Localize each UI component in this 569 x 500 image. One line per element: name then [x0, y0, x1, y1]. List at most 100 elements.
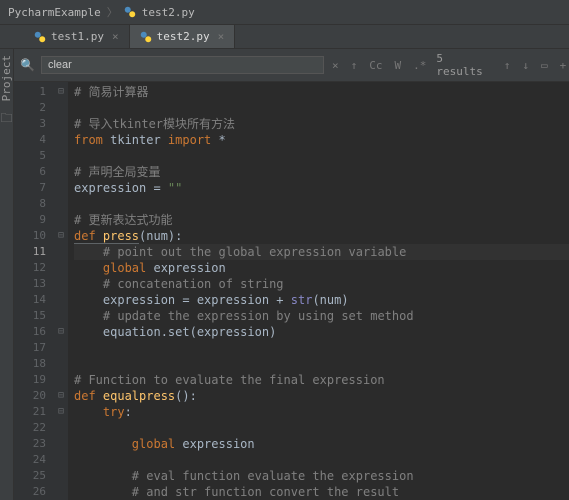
fold-spacer — [54, 468, 68, 484]
fold-toggle-icon[interactable]: ⊟ — [54, 84, 68, 100]
fold-toggle-icon[interactable]: ⊟ — [54, 228, 68, 244]
search-icon: 🔍 — [20, 58, 35, 72]
code-line[interactable]: # 简易计算器 — [74, 84, 569, 100]
select-all-icon[interactable]: ▭ — [539, 59, 550, 72]
tab-test2[interactable]: test2.py × — [130, 25, 236, 48]
line-number: 17 — [18, 340, 46, 356]
fold-spacer — [54, 436, 68, 452]
code-token: expression = expression + — [74, 293, 291, 307]
code-line[interactable]: expression = "" — [74, 180, 569, 196]
code-line[interactable]: def press(num): — [74, 228, 569, 244]
folder-icon[interactable]: 🗀 — [0, 109, 12, 130]
code-line[interactable] — [74, 356, 569, 372]
tab-test1[interactable]: test1.py × — [24, 25, 130, 48]
code-token: # 简易计算器 — [74, 85, 148, 99]
find-up-icon[interactable]: ↑ — [502, 59, 513, 72]
line-number: 1 — [18, 84, 46, 100]
code-token: # 声明全局变量 — [74, 165, 160, 179]
code-token: * — [219, 133, 226, 147]
prev-occurrence-icon[interactable]: ↑ — [349, 59, 360, 72]
line-number: 11 — [18, 244, 46, 260]
editor-area[interactable]: 1234567891011121314151617181920212223242… — [14, 82, 569, 500]
fold-spacer — [54, 212, 68, 228]
breadcrumb-file[interactable]: test2.py — [142, 6, 195, 19]
code-token: (): — [175, 389, 197, 403]
fold-spacer — [54, 292, 68, 308]
fold-spacer — [54, 260, 68, 276]
tab-label: test1.py — [51, 30, 104, 43]
code-line[interactable]: global expression — [74, 436, 569, 452]
close-icon[interactable]: × — [112, 30, 119, 43]
code-line[interactable] — [74, 420, 569, 436]
code-token — [74, 309, 103, 323]
regex-toggle[interactable]: .* — [411, 59, 428, 72]
code-token: # 导入tkinter模块所有方法 — [74, 117, 235, 131]
find-bar: 🔍 × ↑ Cc W .* 5 results ↑ ↓ ▭ +| — [14, 49, 569, 82]
code-line[interactable] — [74, 452, 569, 468]
line-number: 16 — [18, 324, 46, 340]
editor-tab-bar: test1.py × test2.py × — [0, 25, 569, 49]
code-token: # concatenation of string — [103, 277, 284, 291]
line-number: 4 — [18, 132, 46, 148]
find-down-icon[interactable]: ↓ — [520, 59, 531, 72]
code-token: press — [103, 229, 139, 244]
code-token: def — [74, 229, 103, 244]
fold-spacer — [54, 372, 68, 388]
line-number: 24 — [18, 452, 46, 468]
breadcrumb-project[interactable]: PycharmExample — [8, 6, 101, 19]
code-token — [74, 261, 103, 275]
breadcrumb-separator: 〉 — [107, 4, 118, 20]
fold-toggle-icon[interactable]: ⊟ — [54, 324, 68, 340]
fold-toggle-icon[interactable]: ⊟ — [54, 388, 68, 404]
code-line[interactable]: # point out the global expression variab… — [74, 244, 569, 260]
code-token: expression — [182, 437, 254, 451]
code-line[interactable]: def equalpress(): — [74, 388, 569, 404]
fold-spacer — [54, 196, 68, 212]
match-case-toggle[interactable]: Cc — [367, 59, 384, 72]
fold-spacer — [54, 452, 68, 468]
fold-spacer — [54, 276, 68, 292]
line-number: 22 — [18, 420, 46, 436]
code-line[interactable]: # 声明全局变量 — [74, 164, 569, 180]
code-line[interactable]: # 更新表达式功能 — [74, 212, 569, 228]
code-line[interactable]: # concatenation of string — [74, 276, 569, 292]
line-number: 7 — [18, 180, 46, 196]
code-line[interactable] — [74, 148, 569, 164]
fold-toggle-icon[interactable]: ⊟ — [54, 404, 68, 420]
find-input[interactable] — [41, 56, 324, 74]
code-token — [74, 485, 132, 499]
python-file-icon — [34, 31, 46, 43]
code-line[interactable]: # and str function convert the result — [74, 484, 569, 500]
fold-spacer — [54, 420, 68, 436]
code-line[interactable] — [74, 340, 569, 356]
code-line[interactable] — [74, 100, 569, 116]
code-line[interactable]: try: — [74, 404, 569, 420]
fold-spacer — [54, 308, 68, 324]
add-selection-icon[interactable]: +| — [558, 59, 569, 72]
project-tool-button[interactable]: Project — [0, 55, 13, 101]
close-icon[interactable]: × — [218, 30, 225, 43]
code-line[interactable]: # 导入tkinter模块所有方法 — [74, 116, 569, 132]
fold-spacer — [54, 180, 68, 196]
code-line[interactable]: # eval function evaluate the expression — [74, 468, 569, 484]
line-number: 12 — [18, 260, 46, 276]
code-line[interactable]: global expression — [74, 260, 569, 276]
fold-spacer — [54, 132, 68, 148]
code-line[interactable]: from tkinter import * — [74, 132, 569, 148]
code-line[interactable]: # update the expression by using set met… — [74, 308, 569, 324]
code-token — [74, 437, 132, 451]
code-token: # 更新表达式功能 — [74, 213, 172, 227]
code-line[interactable]: equation.set(expression) — [74, 324, 569, 340]
clear-search-icon[interactable]: × — [330, 59, 341, 72]
code-content[interactable]: # 简易计算器 # 导入tkinter模块所有方法from tkinter im… — [68, 82, 569, 500]
code-line[interactable]: expression = expression + str(num) — [74, 292, 569, 308]
code-line[interactable] — [74, 196, 569, 212]
code-token: def — [74, 389, 103, 403]
fold-gutter: ⊟⊟⊟⊟⊟ — [54, 82, 68, 500]
words-toggle[interactable]: W — [393, 59, 404, 72]
code-token: # point out the global expression variab… — [103, 245, 406, 259]
line-number: 8 — [18, 196, 46, 212]
fold-spacer — [54, 356, 68, 372]
code-line[interactable]: # Function to evaluate the final express… — [74, 372, 569, 388]
breadcrumb: PycharmExample 〉 test2.py — [0, 0, 569, 25]
